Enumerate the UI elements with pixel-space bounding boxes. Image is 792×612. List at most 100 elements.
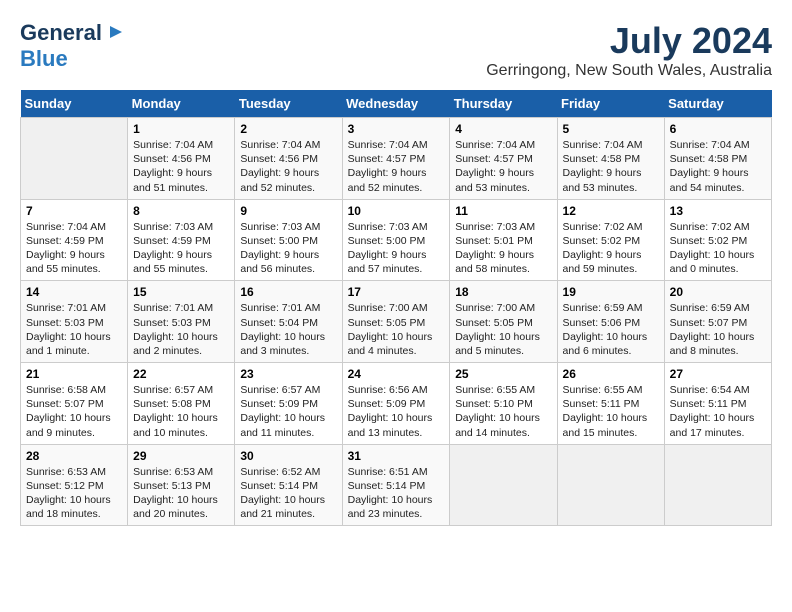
day-info: Sunrise: 6:55 AM Sunset: 5:11 PM Dayligh… — [563, 383, 659, 440]
day-number: 26 — [563, 367, 659, 381]
day-info: Sunrise: 7:01 AM Sunset: 5:04 PM Dayligh… — [240, 301, 336, 358]
day-header-thursday: Thursday — [450, 90, 557, 118]
day-info: Sunrise: 7:00 AM Sunset: 5:05 PM Dayligh… — [348, 301, 445, 358]
day-number: 22 — [133, 367, 229, 381]
calendar-cell — [664, 444, 771, 526]
day-number: 12 — [563, 204, 659, 218]
day-info: Sunrise: 6:53 AM Sunset: 5:12 PM Dayligh… — [26, 465, 122, 522]
day-info: Sunrise: 7:02 AM Sunset: 5:02 PM Dayligh… — [670, 220, 766, 277]
day-number: 29 — [133, 449, 229, 463]
day-info: Sunrise: 6:57 AM Sunset: 5:08 PM Dayligh… — [133, 383, 229, 440]
calendar-cell: 5 Sunrise: 7:04 AM Sunset: 4:58 PM Daylig… — [557, 118, 664, 200]
day-info: Sunrise: 7:01 AM Sunset: 5:03 PM Dayligh… — [133, 301, 229, 358]
day-number: 21 — [26, 367, 122, 381]
day-info: Sunrise: 6:52 AM Sunset: 5:14 PM Dayligh… — [240, 465, 336, 522]
day-number: 9 — [240, 204, 336, 218]
day-number: 31 — [348, 449, 445, 463]
day-info: Sunrise: 6:55 AM Sunset: 5:10 PM Dayligh… — [455, 383, 551, 440]
day-header-friday: Friday — [557, 90, 664, 118]
calendar-cell: 30 Sunrise: 6:52 AM Sunset: 5:14 PM Dayli… — [235, 444, 342, 526]
day-info: Sunrise: 6:54 AM Sunset: 5:11 PM Dayligh… — [670, 383, 766, 440]
calendar-cell: 17Sunrise: 7:00 AM Sunset: 5:05 PM Dayli… — [342, 281, 450, 363]
day-number: 18 — [455, 285, 551, 299]
day-header-sunday: Sunday — [21, 90, 128, 118]
calendar-cell: 29 Sunrise: 6:53 AM Sunset: 5:13 PM Dayli… — [128, 444, 235, 526]
calendar-cell: 6 Sunrise: 7:04 AM Sunset: 4:58 PM Daylig… — [664, 118, 771, 200]
calendar-week-1: 1 Sunrise: 7:04 AM Sunset: 4:56 PM Daylig… — [21, 118, 772, 200]
day-number: 23 — [240, 367, 336, 381]
calendar-cell: 21 Sunrise: 6:58 AM Sunset: 5:07 PM Dayli… — [21, 363, 128, 445]
day-info: Sunrise: 7:01 AM Sunset: 5:03 PM Dayligh… — [26, 301, 122, 358]
day-number: 30 — [240, 449, 336, 463]
day-info: Sunrise: 6:57 AM Sunset: 5:09 PM Dayligh… — [240, 383, 336, 440]
calendar-week-3: 14Sunrise: 7:01 AM Sunset: 5:03 PM Dayli… — [21, 281, 772, 363]
calendar-cell: 8Sunrise: 7:03 AM Sunset: 4:59 PM Daylig… — [128, 199, 235, 281]
day-info: Sunrise: 6:59 AM Sunset: 5:06 PM Dayligh… — [563, 301, 659, 358]
logo-blue-text: Blue — [20, 46, 68, 72]
month-year-title: July 2024 — [486, 20, 772, 62]
day-info: Sunrise: 7:04 AM Sunset: 4:58 PM Dayligh… — [563, 138, 659, 195]
calendar-title-area: July 2024 Gerringong, New South Wales, A… — [486, 20, 772, 80]
calendar-cell: 24Sunrise: 6:56 AM Sunset: 5:09 PM Dayli… — [342, 363, 450, 445]
logo-general-text: General — [20, 20, 102, 46]
calendar-cell: 20 Sunrise: 6:59 AM Sunset: 5:07 PM Dayli… — [664, 281, 771, 363]
calendar-body: 1 Sunrise: 7:04 AM Sunset: 4:56 PM Daylig… — [21, 118, 772, 526]
day-info: Sunrise: 7:02 AM Sunset: 5:02 PM Dayligh… — [563, 220, 659, 277]
day-number: 5 — [563, 122, 659, 136]
day-number: 24 — [348, 367, 445, 381]
day-number: 10 — [348, 204, 445, 218]
day-info: Sunrise: 6:53 AM Sunset: 5:13 PM Dayligh… — [133, 465, 229, 522]
day-header-saturday: Saturday — [664, 90, 771, 118]
day-info: Sunrise: 7:03 AM Sunset: 4:59 PM Dayligh… — [133, 220, 229, 277]
day-number: 13 — [670, 204, 766, 218]
day-info: Sunrise: 6:51 AM Sunset: 5:14 PM Dayligh… — [348, 465, 445, 522]
day-number: 4 — [455, 122, 551, 136]
day-info: Sunrise: 7:04 AM Sunset: 4:58 PM Dayligh… — [670, 138, 766, 195]
day-number: 20 — [670, 285, 766, 299]
day-number: 7 — [26, 204, 122, 218]
day-info: Sunrise: 7:03 AM Sunset: 5:00 PM Dayligh… — [240, 220, 336, 277]
day-number: 2 — [240, 122, 336, 136]
day-info: Sunrise: 7:04 AM Sunset: 4:57 PM Dayligh… — [455, 138, 551, 195]
day-number: 19 — [563, 285, 659, 299]
calendar-cell — [21, 118, 128, 200]
day-number: 27 — [670, 367, 766, 381]
day-info: Sunrise: 7:03 AM Sunset: 5:01 PM Dayligh… — [455, 220, 551, 277]
day-info: Sunrise: 6:58 AM Sunset: 5:07 PM Dayligh… — [26, 383, 122, 440]
day-info: Sunrise: 6:59 AM Sunset: 5:07 PM Dayligh… — [670, 301, 766, 358]
day-number: 1 — [133, 122, 229, 136]
day-info: Sunrise: 7:04 AM Sunset: 4:57 PM Dayligh… — [348, 138, 445, 195]
calendar-cell — [450, 444, 557, 526]
day-number: 3 — [348, 122, 445, 136]
calendar-cell: 26 Sunrise: 6:55 AM Sunset: 5:11 PM Dayli… — [557, 363, 664, 445]
calendar-cell: 9 Sunrise: 7:03 AM Sunset: 5:00 PM Daylig… — [235, 199, 342, 281]
day-info: Sunrise: 7:04 AM Sunset: 4:56 PM Dayligh… — [133, 138, 229, 195]
day-number: 15 — [133, 285, 229, 299]
calendar-cell: 13 Sunrise: 7:02 AM Sunset: 5:02 PM Dayli… — [664, 199, 771, 281]
day-header-row: SundayMondayTuesdayWednesdayThursdayFrid… — [21, 90, 772, 118]
calendar-cell: 15 Sunrise: 7:01 AM Sunset: 5:03 PM Dayli… — [128, 281, 235, 363]
calendar-week-5: 28 Sunrise: 6:53 AM Sunset: 5:12 PM Dayli… — [21, 444, 772, 526]
calendar-cell: 1 Sunrise: 7:04 AM Sunset: 4:56 PM Daylig… — [128, 118, 235, 200]
calendar-cell: 14Sunrise: 7:01 AM Sunset: 5:03 PM Dayli… — [21, 281, 128, 363]
day-number: 16 — [240, 285, 336, 299]
day-info: Sunrise: 7:00 AM Sunset: 5:05 PM Dayligh… — [455, 301, 551, 358]
calendar-week-2: 7Sunrise: 7:04 AM Sunset: 4:59 PM Daylig… — [21, 199, 772, 281]
calendar-cell: 4 Sunrise: 7:04 AM Sunset: 4:57 PM Daylig… — [450, 118, 557, 200]
day-number: 25 — [455, 367, 551, 381]
logo-flag-icon — [104, 22, 126, 44]
day-header-wednesday: Wednesday — [342, 90, 450, 118]
calendar-cell — [557, 444, 664, 526]
calendar-cell: 31 Sunrise: 6:51 AM Sunset: 5:14 PM Dayli… — [342, 444, 450, 526]
day-info: Sunrise: 7:03 AM Sunset: 5:00 PM Dayligh… — [348, 220, 445, 277]
calendar-cell: 25 Sunrise: 6:55 AM Sunset: 5:10 PM Dayli… — [450, 363, 557, 445]
calendar-cell: 10 Sunrise: 7:03 AM Sunset: 5:00 PM Dayli… — [342, 199, 450, 281]
day-number: 6 — [670, 122, 766, 136]
day-number: 28 — [26, 449, 122, 463]
day-number: 11 — [455, 204, 551, 218]
calendar-cell: 23 Sunrise: 6:57 AM Sunset: 5:09 PM Dayli… — [235, 363, 342, 445]
day-header-tuesday: Tuesday — [235, 90, 342, 118]
calendar-cell: 2 Sunrise: 7:04 AM Sunset: 4:56 PM Daylig… — [235, 118, 342, 200]
page-header: General Blue July 2024 Gerringong, New S… — [20, 20, 772, 80]
day-info: Sunrise: 7:04 AM Sunset: 4:56 PM Dayligh… — [240, 138, 336, 195]
